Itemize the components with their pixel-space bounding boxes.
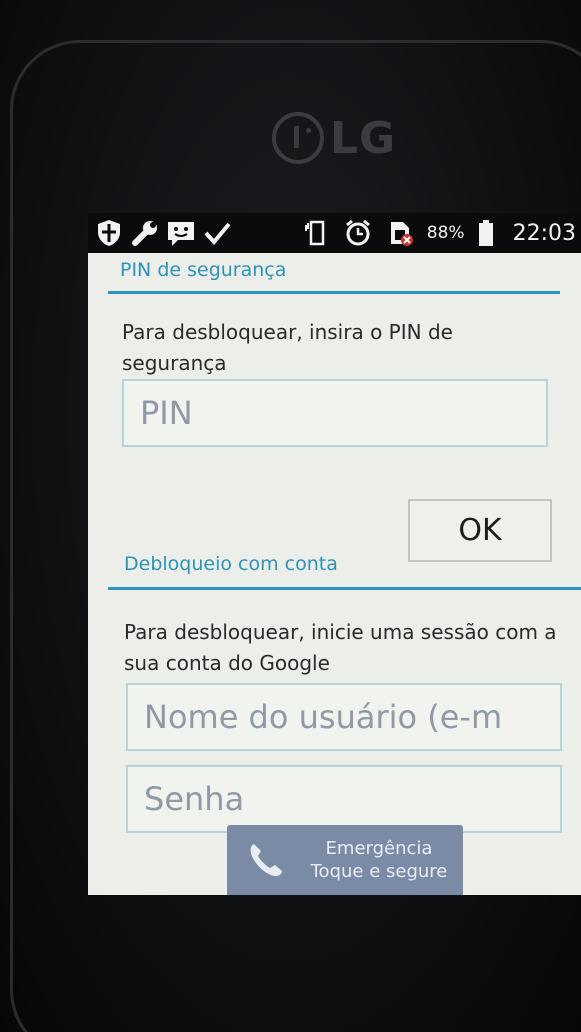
status-bar: 88% 22:03	[88, 213, 581, 253]
username-input[interactable]	[144, 698, 560, 736]
battery-percent: 88%	[426, 223, 465, 243]
alarm-icon	[343, 218, 373, 248]
brand-logo: LG	[272, 112, 396, 164]
emergency-hint: Toque e segure	[310, 861, 448, 882]
pin-field[interactable]	[122, 379, 548, 447]
pin-instructions: Para desbloquear, insira o PIN de segura…	[122, 320, 453, 375]
wrench-icon	[130, 218, 160, 248]
account-section-divider	[108, 587, 581, 590]
username-field[interactable]	[126, 683, 562, 751]
pin-section-divider	[108, 291, 560, 294]
checkmark-icon	[202, 218, 232, 248]
account-section-title: Debloqueio com conta	[124, 553, 338, 575]
phone-body: LG 88% 22:03 PIN de segurança Para desbl…	[0, 0, 581, 1032]
screen: 88% 22:03 PIN de segurança Para desbloqu…	[88, 213, 581, 895]
emergency-call-button[interactable]: Emergência Toque e segure	[227, 825, 463, 895]
clock: 22:03	[512, 220, 576, 246]
battery-icon	[471, 218, 501, 248]
sim-error-icon	[385, 218, 415, 248]
shield-icon	[94, 218, 124, 248]
pin-input[interactable]	[140, 394, 546, 432]
password-input[interactable]	[144, 780, 560, 818]
account-instructions: Para desbloquear, inicie uma sessão com …	[124, 620, 557, 675]
chat-smiley-icon	[166, 218, 196, 248]
phone-handset-icon	[237, 831, 295, 889]
emergency-title: Emergência	[325, 838, 433, 859]
pin-section-title: PIN de segurança	[120, 259, 287, 281]
vibrate-icon	[301, 218, 331, 248]
lg-logo-icon	[272, 112, 324, 164]
ok-button[interactable]: OK	[408, 499, 552, 562]
brand-name: LG	[330, 112, 397, 164]
password-field[interactable]	[126, 765, 562, 833]
emergency-label: Emergência Toque e segure	[295, 837, 463, 883]
